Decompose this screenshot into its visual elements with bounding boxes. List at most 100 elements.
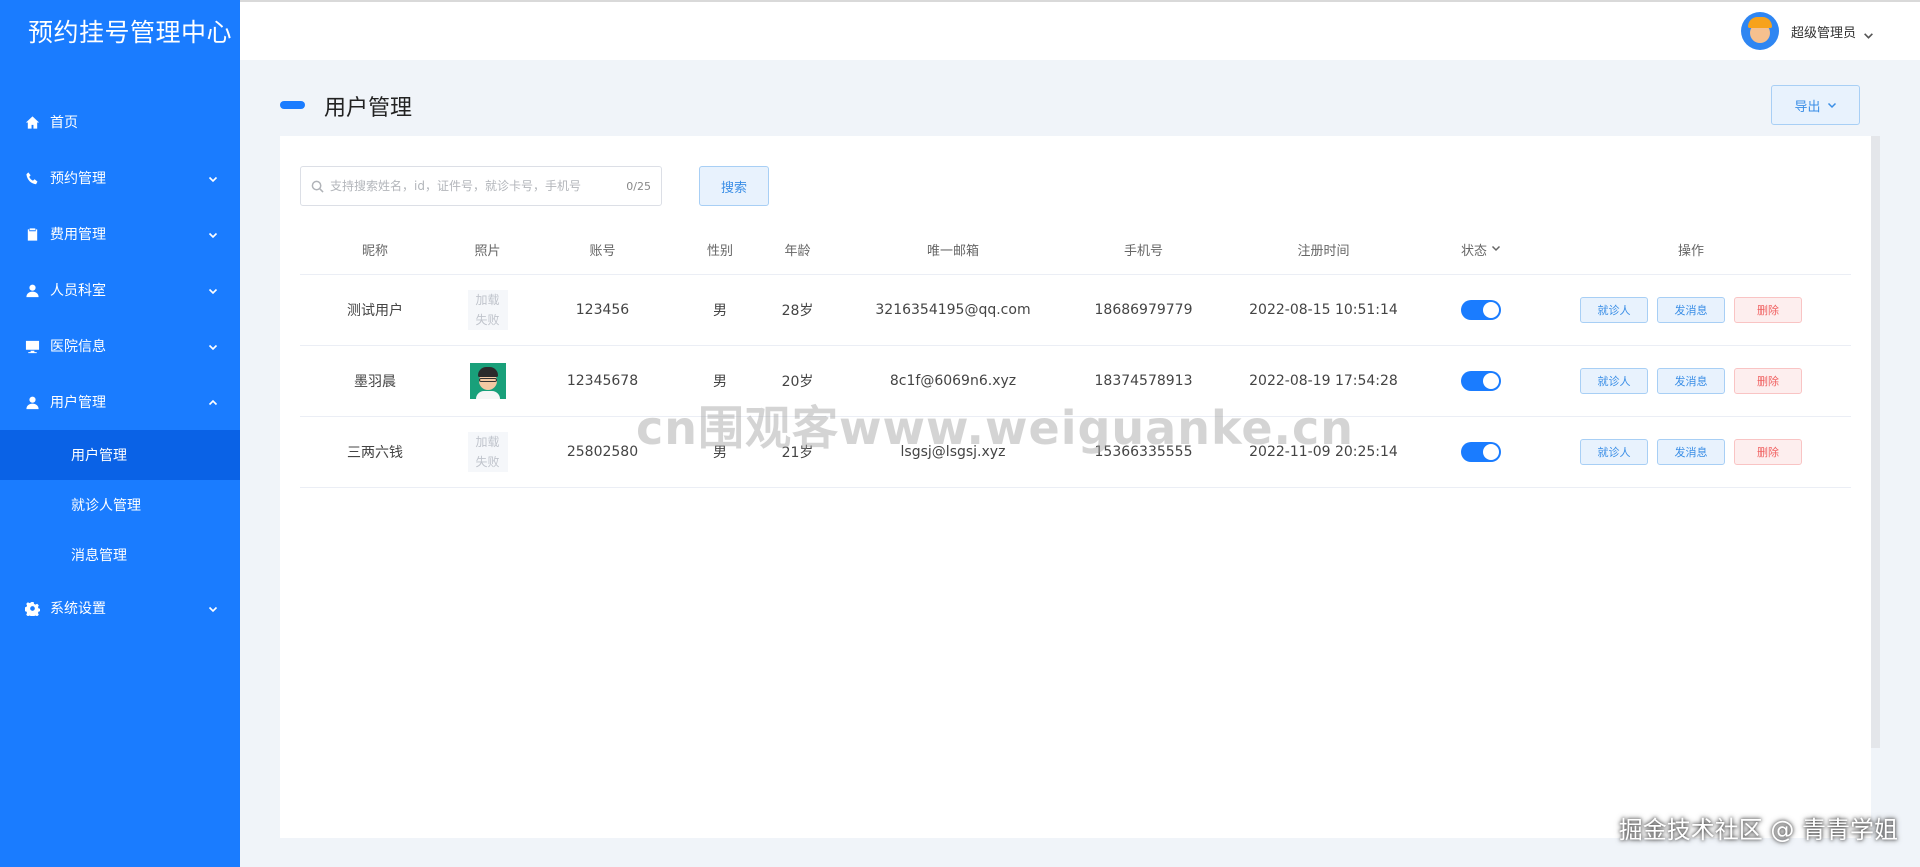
delete-button[interactable]: 删除 (1734, 439, 1802, 465)
sidebar-item-hospital-info[interactable]: 医院信息 (0, 318, 240, 374)
column-header: 昵称 (361, 244, 388, 259)
chevron-down-icon (208, 228, 218, 239)
export-label: 导出 (1794, 99, 1821, 115)
column-header: 年龄 (784, 244, 811, 259)
search-box[interactable]: 0/25 (300, 166, 662, 206)
user-photo[interactable] (469, 363, 506, 399)
search-button[interactable]: 搜索 (699, 166, 769, 206)
avatar (1740, 12, 1779, 50)
send-message-button[interactable]: 发消息 (1657, 297, 1725, 323)
search-input[interactable] (330, 179, 623, 193)
status-toggle[interactable] (1461, 300, 1501, 320)
sidebar-item-label: 用户管理 (50, 395, 106, 411)
column-header: 手机号 (1123, 244, 1163, 259)
column-header: 唯一邮箱 (926, 244, 979, 259)
submenu-item-messages[interactable]: 消息管理 (0, 530, 240, 580)
sidebar-item-label: 系统设置 (50, 601, 106, 617)
email-cell: lsgsj@lsgsj.xyz (900, 444, 1006, 460)
age-cell: 20岁 (781, 374, 814, 390)
chevron-down-icon (1863, 26, 1874, 39)
chevron-down-icon (208, 284, 218, 295)
column-header: 注册时间 (1297, 244, 1350, 259)
status-filter[interactable]: 状态 (1431, 240, 1531, 259)
sidebar-item-home[interactable]: 首页 (0, 94, 240, 150)
sidebar-item-appointments[interactable]: 预约管理 (0, 150, 240, 206)
sidebar-item-staff[interactable]: 人员科室 (0, 262, 240, 318)
account-cell: 25802580 (566, 444, 639, 460)
send-message-button[interactable]: 发消息 (1657, 368, 1725, 394)
account-cell: 12345678 (566, 373, 639, 389)
view-patients-button[interactable]: 就诊人 (1580, 439, 1648, 465)
chevron-down-icon (1487, 242, 1501, 257)
delete-button[interactable]: 删除 (1734, 297, 1802, 323)
sidebar-item-label: 预约管理 (50, 171, 106, 187)
column-header: 照片 (474, 244, 501, 259)
email-cell: 3216354195@qq.com (875, 302, 1031, 318)
actions-cell: 就诊人 发消息 删除 (1531, 297, 1851, 323)
status-toggle[interactable] (1461, 371, 1501, 391)
table-row: 墨羽晨 12345678 男 20岁 8c1f@6069n6.xyz 18374… (300, 346, 1851, 417)
chevron-down-icon (1827, 102, 1836, 109)
delete-button[interactable]: 删除 (1734, 368, 1802, 394)
scrollbar[interactable] (1871, 136, 1880, 748)
email-cell: 8c1f@6069n6.xyz (889, 373, 1017, 389)
registered-cell: 2022-08-19 17:54:28 (1249, 373, 1398, 389)
send-message-button[interactable]: 发消息 (1657, 439, 1725, 465)
column-header: 状态 (1460, 244, 1487, 259)
search-char-count: 0/25 (626, 179, 651, 193)
column-header: 账号 (589, 244, 616, 259)
column-header: 操作 (1677, 244, 1704, 259)
phone-cell: 18374578913 (1094, 373, 1193, 389)
image-load-failed: 加载 失败 (467, 290, 508, 330)
sidebar-item-fees[interactable]: 费用管理 (0, 206, 240, 262)
user-icon (24, 282, 40, 298)
image-load-failed: 加载 失败 (467, 432, 508, 472)
sidebar-item-user-management[interactable]: 用户管理 (0, 374, 240, 430)
monitor-icon (24, 338, 40, 354)
users-table: 昵称 照片 账号 性别 年龄 唯一邮箱 手机号 注册时间 状态 操作 测试用户 … (300, 225, 1851, 488)
registered-cell: 2022-08-15 10:51:14 (1249, 302, 1398, 318)
gender-cell: 男 (713, 303, 727, 319)
actions-cell: 就诊人 发消息 删除 (1531, 439, 1851, 465)
status-cell (1431, 371, 1531, 391)
nickname-cell: 三两六钱 (347, 445, 403, 461)
export-button[interactable]: 导出 (1771, 85, 1860, 125)
submenu-item-patients[interactable]: 就诊人管理 (0, 480, 240, 530)
sidebar-item-label: 人员科室 (50, 283, 106, 299)
clipboard-icon (24, 226, 40, 242)
chevron-down-icon (208, 340, 218, 351)
status-toggle[interactable] (1461, 442, 1501, 462)
chevron-down-icon (208, 602, 218, 613)
home-icon (24, 114, 40, 130)
gender-cell: 男 (713, 445, 727, 461)
sidebar-item-settings[interactable]: 系统设置 (0, 580, 240, 636)
submenu-item-users[interactable]: 用户管理 (0, 430, 240, 480)
sidebar-item-label: 费用管理 (50, 227, 106, 243)
registered-cell: 2022-11-09 20:25:14 (1249, 444, 1398, 460)
sidebar-item-label: 首页 (50, 115, 78, 131)
chevron-up-icon (208, 396, 218, 406)
gender-cell: 男 (713, 374, 727, 390)
view-patients-button[interactable]: 就诊人 (1580, 368, 1648, 394)
view-patients-button[interactable]: 就诊人 (1580, 297, 1648, 323)
table-row: 三两六钱 加载 失败 25802580 男 21岁 lsgsj@lsgsj.xy… (300, 417, 1851, 488)
user-icon (24, 394, 40, 410)
age-cell: 28岁 (781, 303, 814, 319)
title-marker (280, 101, 305, 109)
status-cell (1431, 442, 1531, 462)
gear-icon (24, 600, 40, 616)
phone-cell: 18686979779 (1094, 302, 1193, 318)
user-name: 超级管理员 (1790, 25, 1856, 41)
page-title: 用户管理 (324, 96, 413, 121)
photo-cell (450, 363, 525, 399)
age-cell: 21岁 (781, 445, 814, 461)
column-header: 性别 (706, 244, 733, 259)
nickname-cell: 测试用户 (347, 303, 403, 319)
top-header: 超级管理员 (240, 0, 1920, 60)
sidebar-menu: 首页 预约管理 费用管理 人员科室 医院信息 用户管理 用户管理 就诊人管理 消… (0, 94, 240, 636)
table-header: 昵称 照片 账号 性别 年龄 唯一邮箱 手机号 注册时间 状态 操作 (300, 225, 1851, 275)
nickname-cell: 墨羽晨 (354, 374, 396, 390)
user-menu[interactable]: 超级管理员 (1740, 12, 1874, 50)
sidebar: 预约挂号管理中心 首页 预约管理 费用管理 人员科室 医院信息 用户管理 用户管… (0, 0, 240, 867)
sidebar-item-label: 医院信息 (50, 339, 106, 355)
